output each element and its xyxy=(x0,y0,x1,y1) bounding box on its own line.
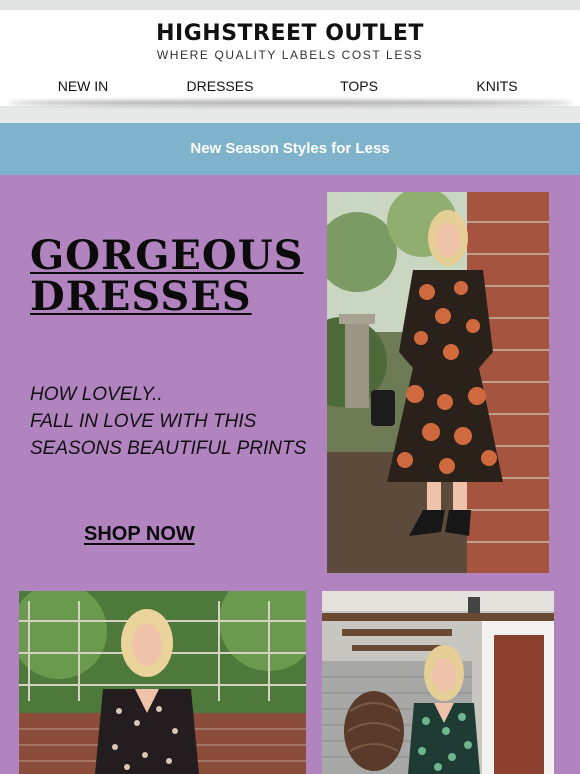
nav-item-knits[interactable]: KNITS xyxy=(476,78,517,94)
brand-tagline: WHERE QUALITY LABELS COST LESS xyxy=(156,48,424,62)
hero-copy: HOW LOVELY.. FALL IN LOVE WITH THIS SEAS… xyxy=(30,381,306,462)
product-image-left xyxy=(19,591,306,774)
nav-item-dresses[interactable]: DRESSES xyxy=(187,78,254,94)
hero-model-photo[interactable] xyxy=(327,192,549,573)
promo-banner[interactable]: New Season Styles for Less xyxy=(0,123,580,175)
hero-model-image xyxy=(327,192,549,573)
hero-copy-line-2: FALL IN LOVE WITH THIS xyxy=(30,411,257,432)
hero-title-line-2: DRESSES xyxy=(30,273,252,320)
product-photo-left[interactable] xyxy=(19,591,306,774)
promo-banner-text: New Season Styles for Less xyxy=(190,140,390,157)
nav-item-tops[interactable]: TOPS xyxy=(340,78,378,94)
product-photo-right[interactable] xyxy=(322,591,554,774)
email-header: HIGHSTREET OUTLET WHERE QUALITY LABELS C… xyxy=(0,10,580,106)
hero-title: GORGEOUS DRESSES xyxy=(30,235,304,317)
hero-section: GORGEOUS DRESSES HOW LOVELY.. FALL IN LO… xyxy=(0,175,580,774)
hero-copy-line-1: HOW LOVELY.. xyxy=(30,384,163,405)
hero-title-line-1: GORGEOUS xyxy=(30,232,304,279)
hero-copy-line-3: SEASONS BEAUTIFUL PRINTS xyxy=(30,438,307,459)
brand-logo[interactable]: HIGHSTREET OUTLET xyxy=(0,21,580,46)
top-strip xyxy=(0,0,580,10)
product-image-right xyxy=(322,591,554,774)
main-nav: NEW IN DRESSES TOPS KNITS xyxy=(0,78,580,98)
shop-now-button[interactable]: SHOP NOW xyxy=(84,523,195,546)
header-shadow xyxy=(8,100,574,106)
nav-item-new-in[interactable]: NEW IN xyxy=(58,78,109,94)
